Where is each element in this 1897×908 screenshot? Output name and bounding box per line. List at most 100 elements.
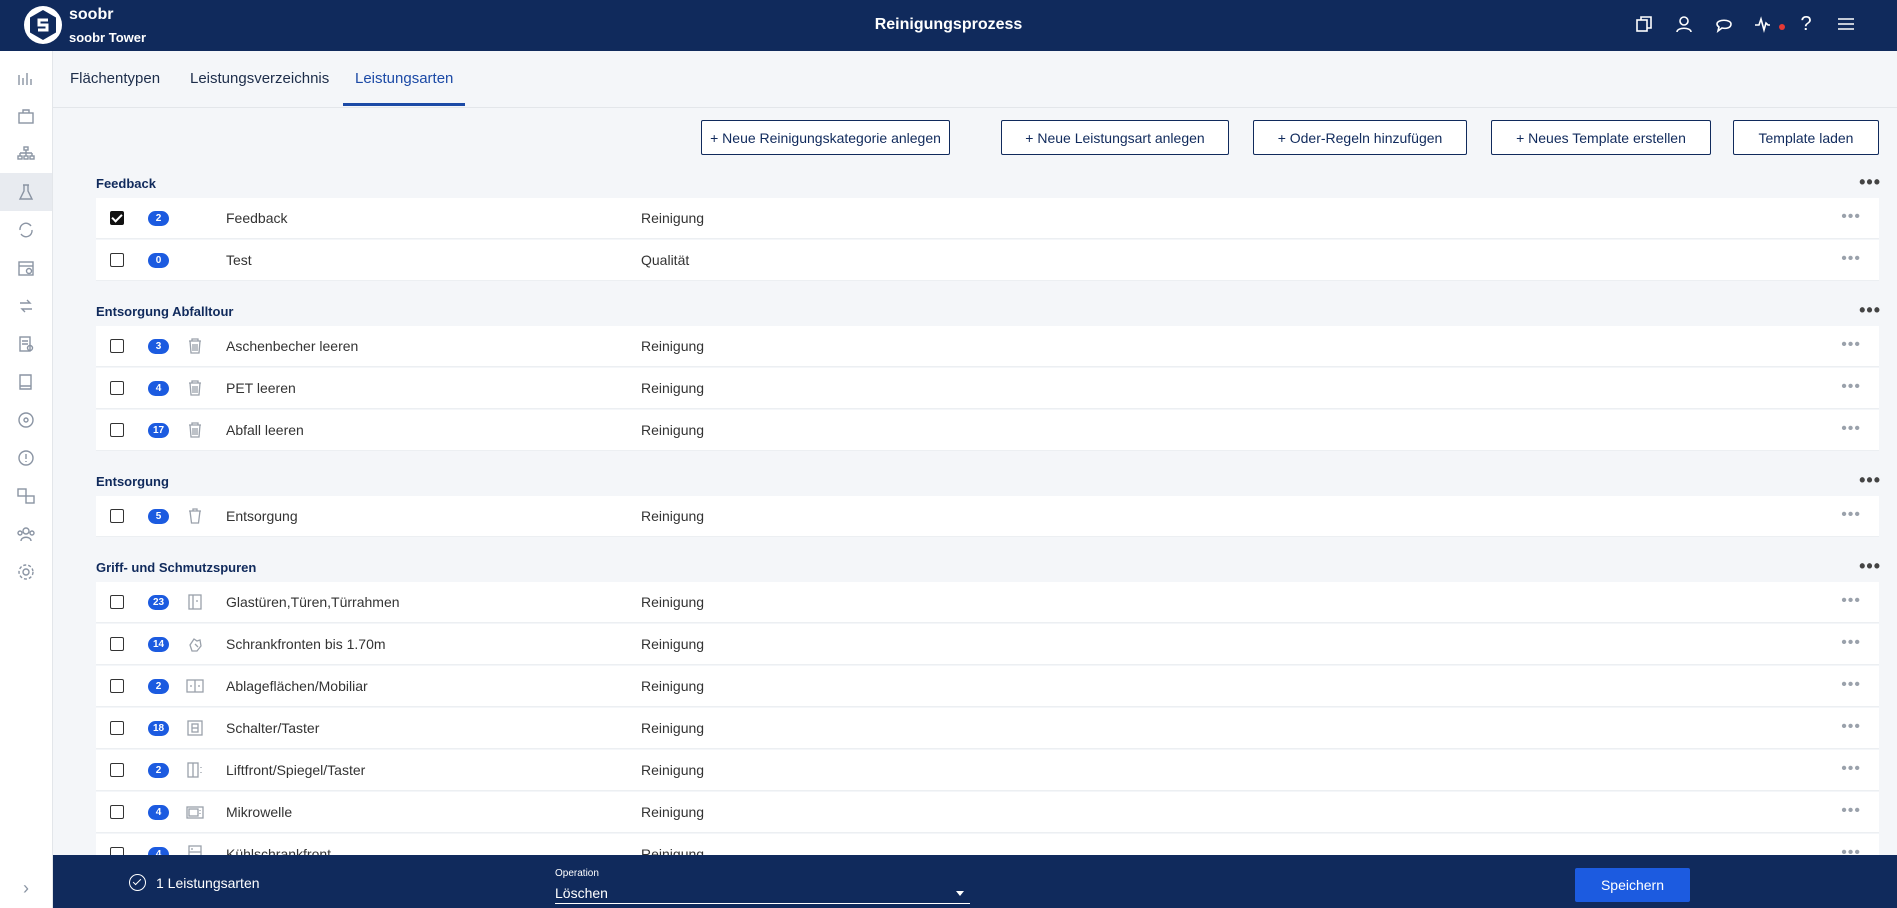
trash-icon (186, 379, 204, 397)
group-more-icon[interactable]: ••• (1859, 470, 1881, 491)
bin-icon (186, 507, 204, 525)
row-name: Feedback (226, 210, 288, 226)
add-or-rules-button[interactable]: + Oder-Regeln hinzufügen (1253, 120, 1467, 155)
expand-sidebar-icon[interactable]: › (0, 868, 52, 908)
row-more-icon[interactable]: ••• (1841, 378, 1861, 396)
settings-icon[interactable] (0, 553, 52, 591)
trash-icon (186, 421, 204, 439)
new-service-type-button[interactable]: + Neue Leistungsart anlegen (1001, 120, 1229, 155)
row-name: PET leeren (226, 380, 296, 396)
calendar-icon[interactable] (0, 249, 52, 287)
bulk-action-bar: 1 Leistungsarten Operation Löschen Speic… (53, 855, 1897, 908)
count-badge: 17 (148, 423, 170, 438)
row-more-icon[interactable]: ••• (1841, 208, 1861, 226)
table-row[interactable]: 14 Schrankfronten bis 1.70m Reinigung ••… (96, 624, 1879, 665)
row-checkbox[interactable] (110, 595, 124, 609)
team-icon[interactable] (0, 515, 52, 553)
row-name: Liftfront/Spiegel/Taster (226, 762, 366, 778)
new-category-button[interactable]: + Neue Reinigungskategorie anlegen (701, 120, 950, 155)
activity-icon[interactable] (1753, 13, 1775, 35)
report-icon[interactable] (0, 325, 52, 363)
row-more-icon[interactable]: ••• (1841, 506, 1861, 524)
table-row[interactable]: 2 Liftfront/Spiegel/Taster Reinigung ••• (96, 750, 1879, 791)
row-more-icon[interactable]: ••• (1841, 676, 1861, 694)
row-type: Reinigung (641, 380, 705, 396)
hierarchy-icon[interactable] (0, 135, 52, 173)
swap-icon[interactable] (0, 287, 52, 325)
count-badge: 14 (148, 637, 170, 652)
tab-leistungsverzeichnis[interactable]: Leistungsverzeichnis (190, 70, 329, 103)
table-row[interactable]: 4 Mikrowelle Reinigung ••• (96, 792, 1879, 833)
table-row[interactable]: 2 Feedback Reinigung ••• (96, 198, 1879, 239)
save-button[interactable]: Speichern (1575, 868, 1690, 902)
alert-icon[interactable] (0, 439, 52, 477)
new-template-button[interactable]: + Neues Template erstellen (1491, 120, 1711, 155)
top-bar: soobr soobr Tower Reinigungsprozess ? (0, 0, 1897, 51)
tab-leistungsarten[interactable]: Leistungsarten (343, 70, 466, 106)
menu-icon[interactable] (1835, 13, 1857, 35)
load-template-button[interactable]: Template laden (1733, 120, 1879, 155)
group-title: Griff- und Schmutzspuren (96, 560, 257, 575)
row-name: Abfall leeren (226, 422, 304, 438)
switch-icon (186, 719, 204, 737)
group-more-icon[interactable]: ••• (1859, 556, 1881, 577)
row-more-icon[interactable]: ••• (1841, 336, 1861, 354)
user-icon[interactable] (1673, 13, 1695, 35)
book-icon[interactable] (0, 363, 52, 401)
operation-value: Löschen (555, 885, 608, 901)
table-row[interactable]: 17 Abfall leeren Reinigung ••• (96, 410, 1879, 451)
row-checkbox[interactable] (110, 339, 124, 353)
hand-icon (186, 635, 204, 653)
copy-icon[interactable] (1633, 13, 1655, 35)
chat-icon[interactable] (1713, 13, 1735, 35)
row-type: Reinigung (641, 804, 705, 820)
row-checkbox[interactable] (110, 679, 124, 693)
target-icon[interactable] (0, 401, 52, 439)
row-checkbox[interactable] (110, 721, 124, 735)
flask-icon[interactable] (0, 173, 52, 211)
row-more-icon[interactable]: ••• (1841, 250, 1861, 268)
table-row[interactable]: 5 Entsorgung Reinigung ••• (96, 496, 1879, 537)
dropdown-arrow-icon (956, 891, 964, 896)
operation-select[interactable]: Löschen (555, 882, 970, 904)
row-more-icon[interactable]: ••• (1841, 718, 1861, 736)
chart-icon[interactable] (0, 59, 52, 97)
count-badge: 23 (148, 595, 170, 610)
table-row[interactable]: 2 Ablageflächen/Mobiliar Reinigung ••• (96, 666, 1879, 707)
table-row[interactable]: 3 Aschenbecher leeren Reinigung ••• (96, 326, 1879, 367)
table-row[interactable]: 23 Glastüren,Türen,Türrahmen Reinigung •… (96, 582, 1879, 623)
row-more-icon[interactable]: ••• (1841, 760, 1861, 778)
help-icon[interactable]: ? (1795, 13, 1817, 35)
row-checkbox[interactable] (110, 211, 124, 225)
building-icon[interactable] (0, 97, 52, 135)
operation-label: Operation (555, 868, 599, 879)
table-row[interactable]: 4 PET leeren Reinigung ••• (96, 368, 1879, 409)
row-more-icon[interactable]: ••• (1841, 802, 1861, 820)
notification-dot (1779, 24, 1785, 30)
tab-flaechentypen[interactable]: Flächentypen (70, 70, 160, 103)
group-title: Entsorgung Abfalltour (96, 304, 234, 319)
table-row[interactable]: 18 Schalter/Taster Reinigung ••• (96, 708, 1879, 749)
count-badge: 5 (148, 509, 169, 524)
group-more-icon[interactable]: ••• (1859, 300, 1881, 321)
count-badge: 2 (148, 211, 169, 226)
row-name: Glastüren,Türen,Türrahmen (226, 594, 400, 610)
row-checkbox[interactable] (110, 509, 124, 523)
row-checkbox[interactable] (110, 805, 124, 819)
row-type: Reinigung (641, 678, 705, 694)
row-checkbox[interactable] (110, 253, 124, 267)
row-checkbox[interactable] (110, 423, 124, 437)
elevator-icon (186, 761, 204, 779)
row-checkbox[interactable] (110, 637, 124, 651)
row-more-icon[interactable]: ••• (1841, 634, 1861, 652)
row-more-icon[interactable]: ••• (1841, 420, 1861, 438)
table-row[interactable]: 0 Test Qualität ••• (96, 240, 1879, 281)
translate-icon[interactable] (0, 477, 52, 515)
cycle-icon[interactable] (0, 211, 52, 249)
row-checkbox[interactable] (110, 763, 124, 777)
trash-icon (186, 337, 204, 355)
group-more-icon[interactable]: ••• (1859, 172, 1881, 193)
row-checkbox[interactable] (110, 381, 124, 395)
row-name: Schrankfronten bis 1.70m (226, 636, 386, 652)
row-more-icon[interactable]: ••• (1841, 592, 1861, 610)
